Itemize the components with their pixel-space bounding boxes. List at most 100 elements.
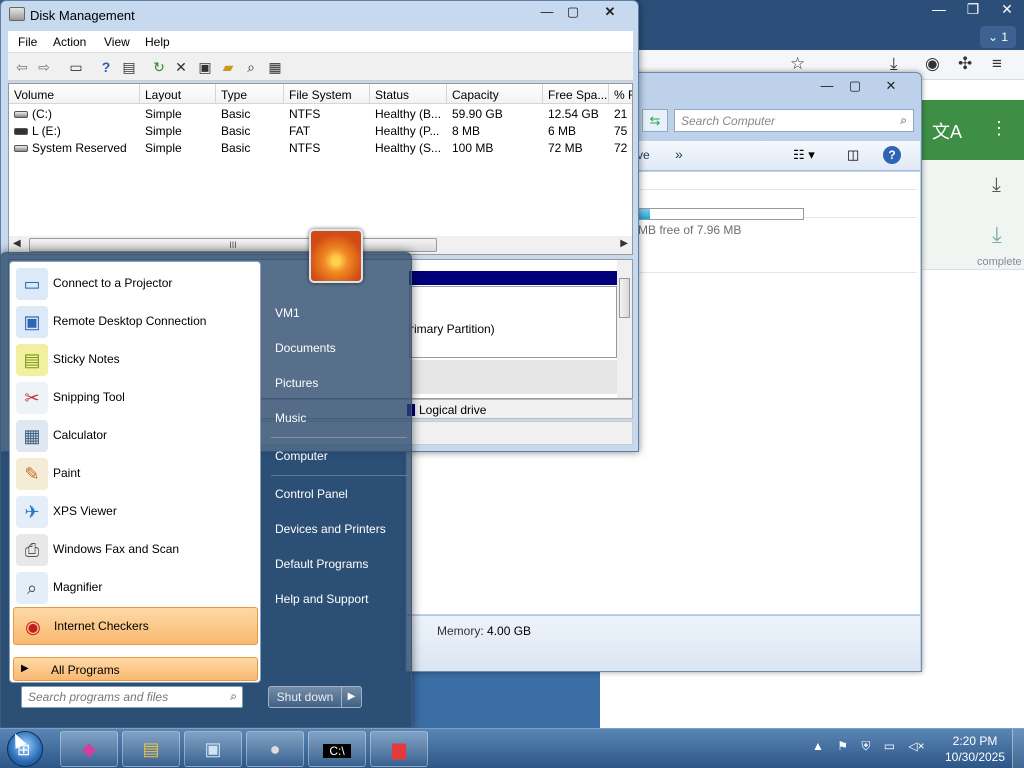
minimize-button[interactable]: — bbox=[533, 3, 561, 21]
program-xps-viewer[interactable]: ✈ XPS Viewer bbox=[13, 493, 258, 531]
vertical-scrollbar-thumb[interactable] bbox=[619, 278, 630, 318]
refresh-button[interactable]: ⇆ bbox=[642, 109, 668, 132]
start-item-music[interactable]: Music bbox=[263, 403, 411, 433]
taskbar-disk-management-button[interactable]: ▣ bbox=[184, 731, 242, 767]
browser-minimize-button[interactable]: — bbox=[922, 0, 956, 18]
refresh-icon[interactable]: ↻ bbox=[149, 57, 169, 77]
col-capacity[interactable]: Capacity bbox=[447, 84, 543, 104]
search-programs-input[interactable]: Search programs and files ⌕ bbox=[21, 686, 243, 708]
menu-icon[interactable]: ≡ bbox=[992, 54, 1002, 74]
maximize-button[interactable]: ▢ bbox=[559, 3, 587, 21]
col-percent-free[interactable]: % F bbox=[609, 84, 632, 104]
col-volume[interactable]: Volume bbox=[9, 84, 140, 104]
show-hidden-icons-icon[interactable]: ▲ bbox=[812, 739, 824, 753]
table-row[interactable]: (C:) Simple Basic NTFS Healthy (B... 59.… bbox=[9, 105, 632, 122]
properties-icon[interactable]: ▣ bbox=[195, 57, 215, 77]
download-status: complete bbox=[977, 256, 1022, 268]
close-button[interactable]: ✕ bbox=[587, 2, 633, 21]
clock[interactable]: 2:20 PM 10/30/2025 bbox=[940, 733, 1010, 765]
start-item-pictures[interactable]: Pictures bbox=[263, 368, 411, 398]
security-icon[interactable]: ⛨ bbox=[861, 739, 870, 753]
program-connect-to-projector[interactable]: ▭ Connect to a Projector bbox=[13, 265, 258, 303]
help-icon[interactable]: ? bbox=[96, 57, 116, 77]
start-item-documents[interactable]: Documents bbox=[263, 333, 411, 363]
start-item-devices-and-printers[interactable]: Devices and Printers bbox=[263, 514, 411, 544]
action-center-icon[interactable]: ⚑ bbox=[837, 739, 848, 753]
menu-view[interactable]: View bbox=[104, 35, 130, 49]
all-programs-button[interactable]: ▶ All Programs bbox=[13, 657, 258, 681]
back-icon[interactable]: ⇦ bbox=[12, 57, 32, 77]
program-internet-checkers[interactable]: ◉ Internet Checkers bbox=[13, 607, 258, 645]
start-item-label: Pictures bbox=[275, 376, 319, 390]
more-commands-button[interactable]: » bbox=[675, 146, 683, 162]
explorer-maximize-button[interactable]: ▢ bbox=[842, 77, 868, 95]
start-item-computer[interactable]: Computer bbox=[263, 441, 411, 471]
search-computer-input[interactable]: Search Computer ⌕ bbox=[674, 109, 914, 132]
col-file-system[interactable]: File System bbox=[284, 84, 370, 104]
browser-close-button[interactable]: ✕ bbox=[990, 0, 1024, 18]
program-windows-fax-and-scan[interactable]: ⎙ Windows Fax and Scan bbox=[13, 531, 258, 569]
vertical-scrollbar[interactable] bbox=[617, 260, 632, 398]
download-icon[interactable]: ⤓ bbox=[992, 174, 1001, 197]
scroll-left-icon[interactable]: ◀ bbox=[13, 238, 21, 249]
preview-pane-icon[interactable]: ◫ bbox=[847, 147, 859, 163]
start-item-default-programs[interactable]: Default Programs bbox=[263, 549, 411, 579]
program-paint[interactable]: ✎ Paint bbox=[13, 455, 258, 493]
col-layout[interactable]: Layout bbox=[140, 84, 216, 104]
help-icon[interactable]: ? bbox=[883, 146, 901, 164]
forward-icon[interactable]: ⇨ bbox=[34, 57, 54, 77]
network-icon[interactable]: ▭ bbox=[884, 739, 895, 753]
more-options-icon[interactable]: ⋮ bbox=[990, 118, 1008, 139]
menu-file[interactable]: File bbox=[18, 35, 37, 49]
menu-action[interactable]: Action bbox=[53, 35, 86, 49]
col-type[interactable]: Type bbox=[216, 84, 284, 104]
start-item-user-folder[interactable]: VM1 bbox=[263, 298, 411, 328]
disk-icon[interactable]: ▦ bbox=[265, 57, 285, 77]
download-icon[interactable]: ⤓ bbox=[890, 54, 898, 74]
arrow-right-icon: ▶ bbox=[347, 691, 356, 702]
cell-capacity: 59.90 GB bbox=[452, 107, 503, 121]
program-remote-desktop[interactable]: ▣ Remote Desktop Connection bbox=[13, 303, 258, 341]
user-picture[interactable] bbox=[309, 229, 363, 283]
program-sticky-notes[interactable]: ▤ Sticky Notes bbox=[13, 341, 258, 379]
start-menu: ▭ Connect to a Projector ▣ Remote Deskto… bbox=[0, 252, 412, 728]
program-magnifier[interactable]: ⌕ Magnifier bbox=[13, 569, 258, 607]
program-calculator[interactable]: ▦ Calculator bbox=[13, 417, 258, 455]
explorer-minimize-button[interactable]: — bbox=[814, 77, 840, 95]
browser-restore-button[interactable]: ❐ bbox=[956, 0, 990, 18]
explorer-close-button[interactable]: ✕ bbox=[878, 77, 904, 95]
taskbar-browser-button[interactable]: ● bbox=[246, 731, 304, 767]
col-free-space[interactable]: Free Spa... bbox=[543, 84, 609, 104]
program-snipping-tool[interactable]: ✂ Snipping Tool bbox=[13, 379, 258, 417]
action-pane-icon[interactable]: ▤ bbox=[119, 57, 139, 77]
view-options-icon[interactable]: ☷ ▾ bbox=[793, 147, 815, 163]
taskbar-cmd-button[interactable]: C:\ bbox=[308, 731, 366, 767]
taskbar-app-button[interactable]: ◆ bbox=[60, 731, 118, 767]
cell-free: 72 MB bbox=[548, 141, 583, 155]
clock-time: 2:20 PM bbox=[952, 734, 998, 748]
start-item-help-and-support[interactable]: Help and Support bbox=[263, 584, 411, 614]
taskbar-explorer-button[interactable]: ▤ bbox=[122, 731, 180, 767]
partition-block[interactable]: rimary Partition) bbox=[409, 286, 617, 358]
translate-icon[interactable]: 文A bbox=[932, 118, 962, 144]
taskbar-toolbox-button[interactable]: ▆ bbox=[370, 731, 428, 767]
shutdown-options-button[interactable]: ▶ bbox=[341, 686, 362, 708]
table-row[interactable]: L (E:) Simple Basic FAT Healthy (P... 8 … bbox=[9, 122, 632, 139]
star-icon[interactable]: ☆ bbox=[790, 54, 805, 74]
volume-muted-icon[interactable]: ◁× bbox=[908, 739, 924, 753]
tab-count-button[interactable]: ⌄ 1 bbox=[980, 26, 1016, 48]
table-row[interactable]: System Reserved Simple Basic NTFS Health… bbox=[9, 139, 632, 156]
shutdown-button[interactable]: Shut down bbox=[268, 686, 342, 708]
show-desktop-button[interactable] bbox=[1012, 729, 1024, 768]
open-folder-icon[interactable]: ▰ bbox=[218, 57, 238, 77]
extensions-icon[interactable]: ✣ bbox=[958, 54, 972, 74]
delete-icon[interactable]: ✕ bbox=[171, 57, 191, 77]
menu-help[interactable]: Help bbox=[145, 35, 170, 49]
console-tree-icon[interactable]: ▭ bbox=[66, 57, 86, 77]
start-item-control-panel[interactable]: Control Panel bbox=[263, 479, 411, 509]
scrollbar-thumb[interactable]: III bbox=[29, 238, 437, 252]
scroll-right-icon[interactable]: ▶ bbox=[620, 238, 628, 249]
col-status[interactable]: Status bbox=[370, 84, 447, 104]
profile-icon[interactable]: ◉ bbox=[925, 54, 940, 74]
rescan-icon[interactable]: ⌕ bbox=[241, 57, 261, 77]
